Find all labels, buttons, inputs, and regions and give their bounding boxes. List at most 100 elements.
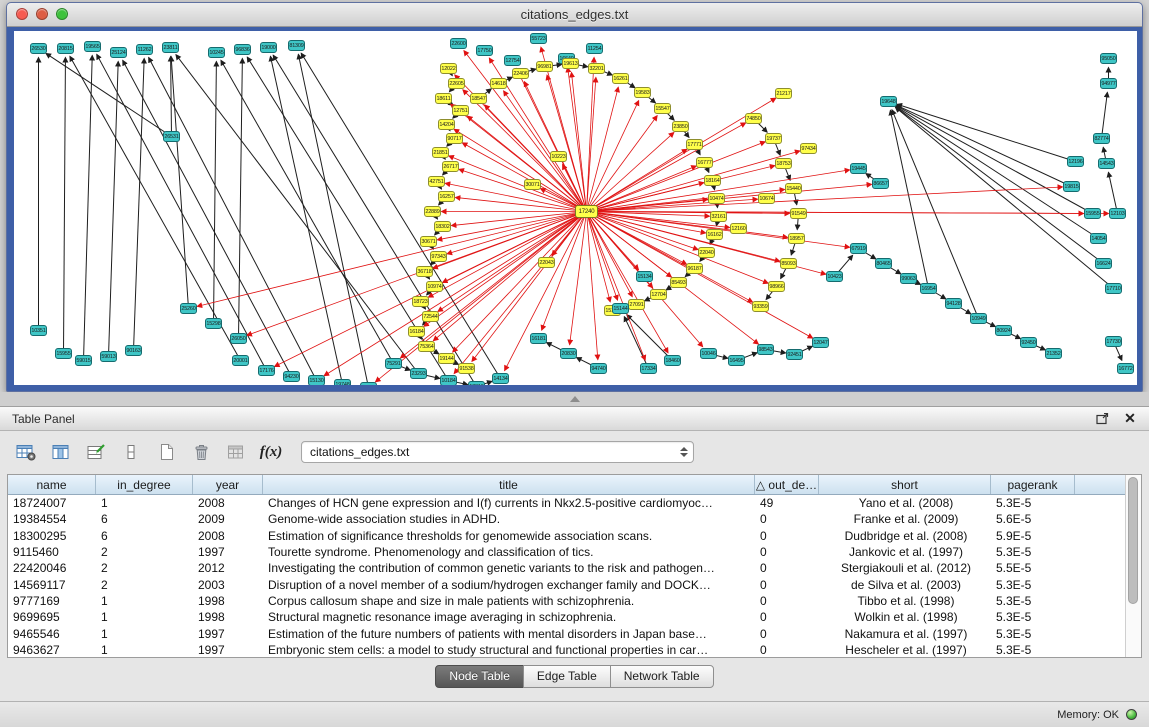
graph-node[interactable]: 94977 (1100, 78, 1117, 89)
graph-node[interactable]: 30671 (420, 236, 437, 247)
graph-node[interactable]: 19748 (334, 379, 351, 385)
graph-node[interactable]: 90717 (446, 133, 463, 144)
graph-node[interactable]: 19565 (84, 41, 101, 52)
graph-node[interactable]: 81309 (288, 40, 305, 51)
graph-node[interactable]: 21217 (775, 88, 792, 99)
graph-node[interactable]: 12103 (1109, 208, 1126, 219)
graph-node[interactable]: 17176 (258, 365, 275, 376)
graph-node[interactable]: 42751 (428, 176, 445, 187)
graph-node[interactable]: 96187 (686, 263, 703, 274)
graph-node[interactable]: 18547 (470, 93, 487, 104)
graph-node[interactable]: 72544 (422, 311, 439, 322)
graph-node[interactable]: 17750 (476, 45, 493, 56)
graph-node[interactable]: 95050 (1100, 53, 1117, 64)
graph-node[interactable]: 98543 (757, 344, 774, 355)
graph-node[interactable]: 91549 (790, 208, 807, 219)
graph-node[interactable]: 16186 (360, 382, 377, 385)
graph-node[interactable]: 26717 (442, 161, 459, 172)
graph-node[interactable]: 12754 (504, 55, 521, 66)
graph-node[interactable]: 22605 (448, 78, 465, 89)
graph-node[interactable]: 19648 (880, 96, 897, 107)
graph-node[interactable]: 96836 (234, 44, 251, 55)
graph-hub-node[interactable]: 17240 (575, 205, 598, 218)
graph-node[interactable]: 18164 (704, 175, 721, 186)
divider-grip-icon[interactable] (570, 396, 580, 402)
show-columns-button[interactable] (48, 440, 74, 464)
graph-node[interactable]: 85493 (670, 277, 687, 288)
graph-node[interactable]: 20830 (560, 348, 577, 359)
graph-node[interactable]: 10949 (970, 313, 987, 324)
graph-node[interactable]: 15440 (785, 183, 802, 194)
graph-node[interactable]: 14543 (1098, 158, 1115, 169)
table-row[interactable]: 977716911998Corpus callosum shape and si… (8, 593, 1125, 609)
graph-node[interactable]: 14204 (438, 119, 455, 130)
graph-node[interactable]: 25124 (110, 47, 127, 58)
graph-node[interactable]: 80465 (875, 258, 892, 269)
graph-node[interactable]: 17771 (686, 139, 703, 150)
graph-node[interactable]: 20001 (232, 355, 249, 366)
graph-node[interactable]: 16162 (706, 229, 723, 240)
graph-node[interactable]: 27091 (628, 299, 645, 310)
graph-node[interactable]: 23293 (410, 368, 427, 379)
graph-node[interactable]: 15955 (55, 348, 72, 359)
graph-node[interactable]: 12196 (1067, 156, 1084, 167)
graph-node[interactable]: 10184 (440, 375, 457, 385)
graph-node[interactable]: 18611 (435, 93, 452, 104)
graph-node[interactable]: 22043 (538, 257, 555, 268)
graph-node[interactable]: 92451 (786, 349, 803, 360)
graph-node[interactable]: 92450 (1020, 337, 1037, 348)
graph-node[interactable]: 21851 (432, 147, 449, 158)
graph-node[interactable]: 18957 (788, 233, 805, 244)
table-row[interactable]: 1456911722003Disruption of a novel membe… (8, 576, 1125, 592)
graph-node[interactable]: 59015 (75, 355, 92, 366)
graph-node[interactable]: 25260 (180, 303, 197, 314)
graph-node[interactable]: 94128 (945, 298, 962, 309)
graph-node[interactable]: 14054 (1090, 233, 1107, 244)
window-titlebar[interactable]: citations_edges.txt (7, 3, 1142, 27)
graph-node[interactable]: 82774 (1093, 133, 1110, 144)
graph-node[interactable]: 94740 (590, 363, 607, 374)
table-vertical-scrollbar[interactable] (1125, 475, 1141, 657)
graph-node[interactable]: 16181 (530, 333, 547, 344)
graph-node[interactable]: 14134 (492, 373, 509, 384)
graph-node[interactable]: 10351 (30, 325, 47, 336)
graph-node[interactable]: 20815 (57, 43, 74, 54)
table-row[interactable]: 946554611997Estimation of the future num… (8, 625, 1125, 641)
graph-node[interactable]: 55723 (530, 33, 547, 44)
graph-node[interactable]: 26530 (30, 43, 47, 54)
delete-table-button[interactable] (188, 440, 214, 464)
graph-node[interactable]: 15130 (308, 375, 325, 385)
graph-node[interactable]: 97343 (430, 251, 447, 262)
graph-node[interactable]: 97434 (800, 143, 817, 154)
graph-node[interactable]: 22600 (450, 38, 467, 49)
graph-node[interactable]: 67919 (850, 243, 867, 254)
table-row[interactable]: 969969511998Structural magnetic resonanc… (8, 609, 1125, 625)
graph-node[interactable]: 80924 (995, 325, 1012, 336)
tab-network-table[interactable]: Network Table (610, 665, 714, 688)
close-window-button[interactable] (16, 8, 28, 20)
graph-node[interactable]: 12160 (730, 223, 747, 234)
graph-node[interactable]: 22040 (698, 247, 715, 258)
graph-node[interactable]: 30071 (524, 179, 541, 190)
graph-node[interactable]: 32201 (588, 63, 605, 74)
graph-node[interactable]: 15547 (654, 103, 671, 114)
graph-node[interactable]: 98966 (768, 281, 785, 292)
graph-node[interactable]: 32161 (710, 211, 727, 222)
graph-node[interactable]: 19000 (260, 42, 277, 53)
graph-node[interactable]: 22889 (424, 206, 441, 217)
graph-node[interactable]: 26531 (163, 131, 180, 142)
graph-node[interactable]: 15144 (612, 303, 629, 314)
graph-node[interactable]: 18302 (434, 221, 451, 232)
panel-divider[interactable] (0, 392, 1149, 406)
close-panel-icon[interactable]: ✕ (1123, 412, 1137, 425)
graph-node[interactable]: 19445 (850, 163, 867, 174)
column-header-name[interactable]: name (8, 475, 96, 494)
graph-node[interactable]: 18460 (664, 355, 681, 366)
table-row[interactable]: 2242004622012Investigating the contribut… (8, 560, 1125, 576)
graph-node[interactable]: 59013 (100, 351, 117, 362)
graph-node[interactable]: 10974 (426, 281, 443, 292)
graph-node[interactable]: 10474 (708, 193, 725, 204)
graph-node[interactable]: 91538 (458, 363, 475, 374)
float-panel-icon[interactable] (1095, 412, 1109, 425)
graph-node[interactable]: 86657 (872, 178, 889, 189)
